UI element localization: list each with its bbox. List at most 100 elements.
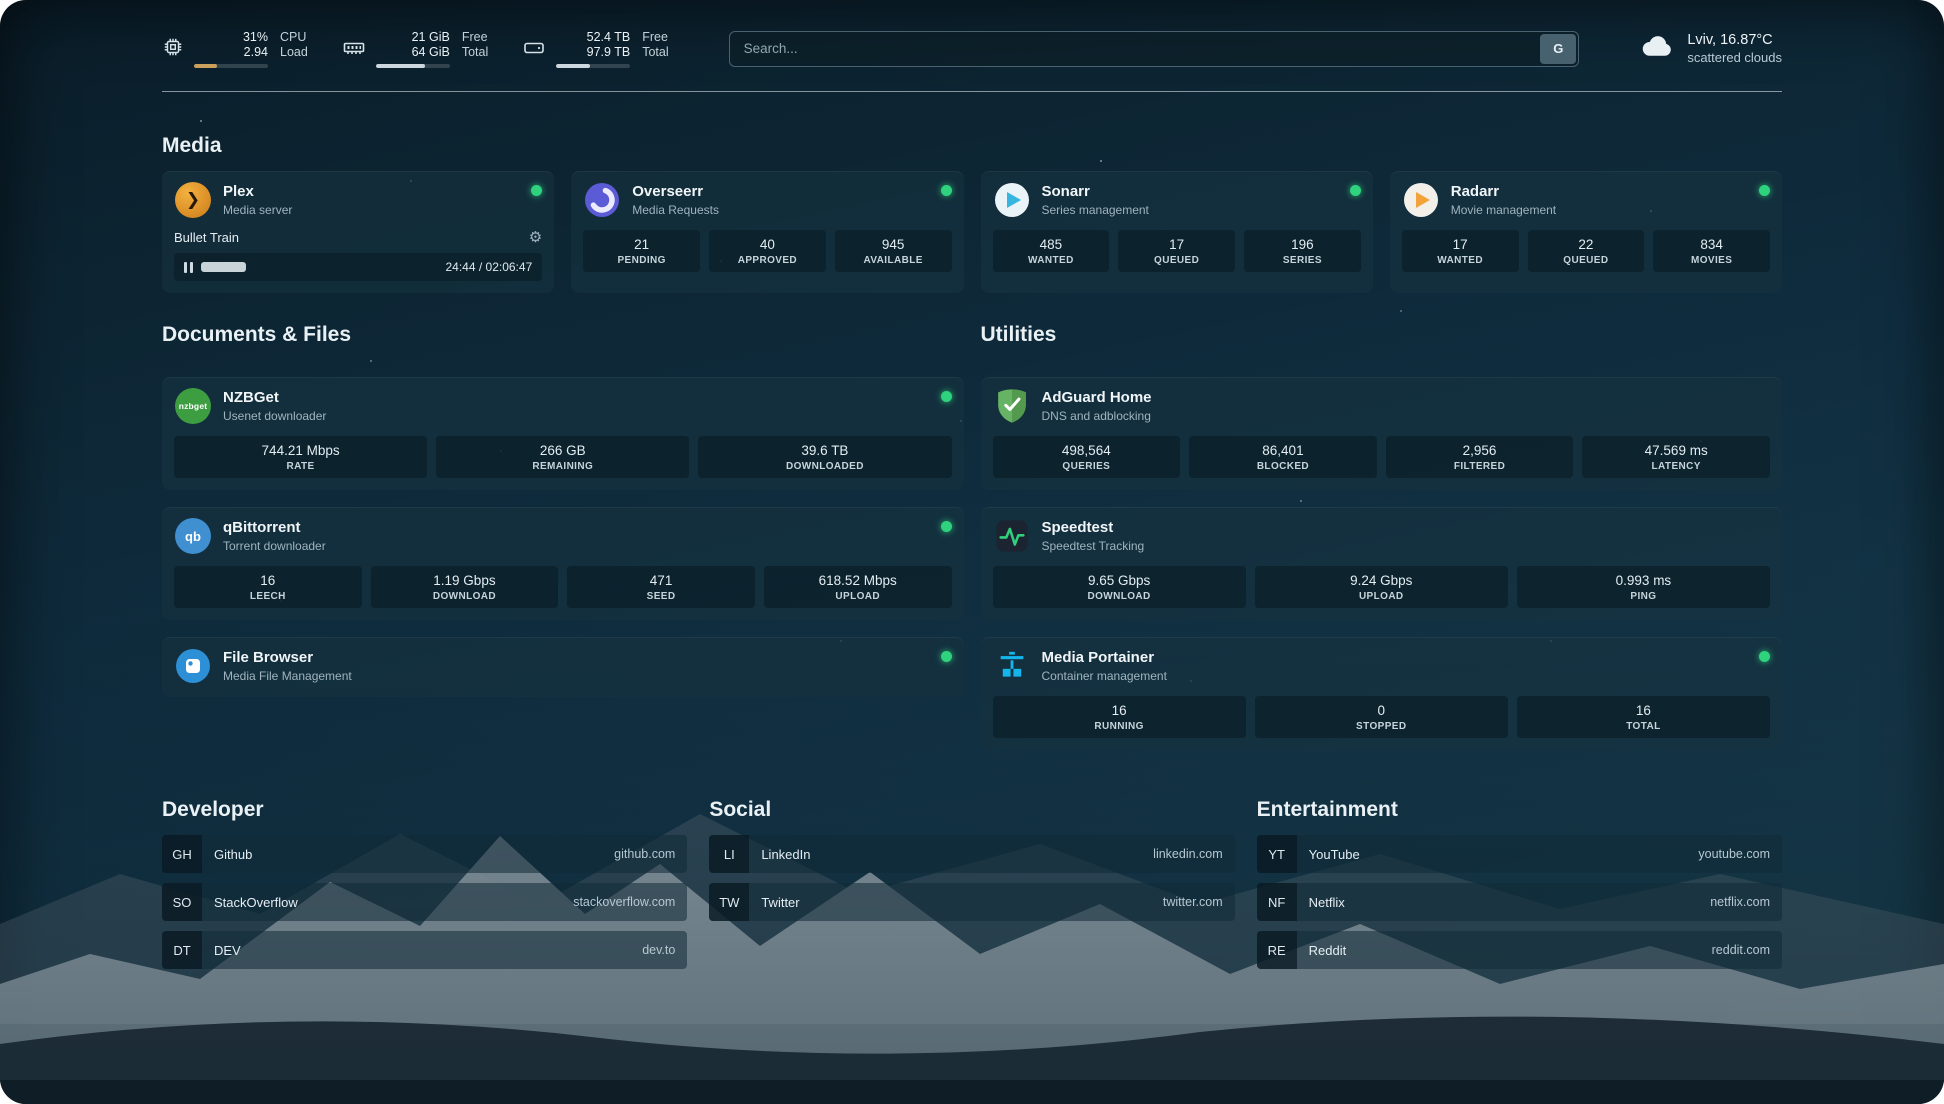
stat-box: 16 TOTAL <box>1517 696 1770 738</box>
bookmark-group-entertainment: Entertainment YT YouTube youtube.com NF … <box>1257 798 1782 979</box>
stat-value: 17 <box>1122 237 1231 252</box>
disk-drive-icon <box>522 36 546 60</box>
cpu-widget: 31% CPU 2.94 Load <box>162 30 308 68</box>
stat-value: 9.65 Gbps <box>997 573 1242 588</box>
disk-free-value: 52.4 TB <box>556 30 630 44</box>
service-card-radarr[interactable]: Radarr Movie management 17 WANTED 22 QUE… <box>1390 171 1782 293</box>
service-card-portainer[interactable]: Media Portainer Container management 16 … <box>981 637 1783 750</box>
stat-box: 834 MOVIES <box>1653 230 1770 272</box>
disk-progress-bar <box>556 64 630 68</box>
service-subtitle: Torrent downloader <box>223 539 326 553</box>
entertainment-section-title: Entertainment <box>1257 798 1782 822</box>
cpu-usage-label: CPU <box>280 30 308 44</box>
bookmark-group-developer: Developer GH Github github.com SO StackO… <box>162 798 687 979</box>
bookmark-name: StackOverflow <box>214 895 298 910</box>
bookmark-url: stackoverflow.com <box>573 895 675 909</box>
stat-box: 9.24 Gbps UPLOAD <box>1255 566 1508 608</box>
service-card-qbittorrent[interactable]: qb qBittorrent Torrent downloader 16 LEE… <box>162 507 964 620</box>
service-subtitle: Container management <box>1042 669 1167 683</box>
stat-box: 945 AVAILABLE <box>835 230 952 272</box>
disk-free-label: Free <box>642 30 668 44</box>
service-card-speedtest[interactable]: Speedtest Speedtest Tracking 9.65 Gbps D… <box>981 507 1783 620</box>
stat-label: PING <box>1521 591 1766 602</box>
stat-label: QUEUED <box>1532 255 1641 266</box>
memory-progress-bar <box>376 64 450 68</box>
developer-section-title: Developer <box>162 798 687 822</box>
bookmark-youtube[interactable]: YT YouTube youtube.com <box>1257 835 1782 873</box>
bookmark-url: reddit.com <box>1712 943 1770 957</box>
service-title: Radarr <box>1451 183 1556 201</box>
stat-value: 945 <box>839 237 948 252</box>
stat-label: QUERIES <box>997 461 1177 472</box>
bookmark-url: netflix.com <box>1710 895 1770 909</box>
status-dot-online <box>941 185 952 196</box>
service-card-adguard[interactable]: AdGuard Home DNS and adblocking 498,564 … <box>981 377 1783 490</box>
playback-time: 24:44 / 02:06:47 <box>446 260 533 274</box>
bookmark-stackoverflow[interactable]: SO StackOverflow stackoverflow.com <box>162 883 687 921</box>
memory-ram-icon <box>342 36 366 60</box>
stat-label: TOTAL <box>1521 721 1766 732</box>
stat-label: AVAILABLE <box>839 255 948 266</box>
stat-label: DOWNLOAD <box>997 591 1242 602</box>
stat-value: 834 <box>1657 237 1766 252</box>
service-subtitle: Media File Management <box>223 669 352 683</box>
cpu-usage-value: 31% <box>194 30 268 44</box>
stat-label: RATE <box>178 461 423 472</box>
stat-value: 9.24 Gbps <box>1259 573 1504 588</box>
service-card-sonarr[interactable]: Sonarr Series management 485 WANTED 17 Q… <box>981 171 1373 293</box>
bookmark-abbr: YT <box>1257 835 1297 873</box>
bookmark-name: Twitter <box>761 895 799 910</box>
weather-condition: scattered clouds <box>1687 50 1782 65</box>
service-title: Plex <box>223 183 292 201</box>
memory-free-label: Free <box>462 30 488 44</box>
stat-box: 485 WANTED <box>993 230 1110 272</box>
service-card-nzbget[interactable]: nzbget NZBGet Usenet downloader 744.21 M… <box>162 377 964 490</box>
bookmark-netflix[interactable]: NF Netflix netflix.com <box>1257 883 1782 921</box>
stat-label: UPLOAD <box>1259 591 1504 602</box>
memory-total-label: Total <box>462 45 488 59</box>
disk-widget: 52.4 TB Free 97.9 TB Total <box>522 30 668 68</box>
service-card-overseerr[interactable]: Overseerr Media Requests 21 PENDING 40 A… <box>571 171 963 293</box>
bookmark-linkedin[interactable]: LI LinkedIn linkedin.com <box>709 835 1234 873</box>
stat-box: 17 QUEUED <box>1118 230 1235 272</box>
header-divider <box>162 91 1782 92</box>
service-title: qBittorrent <box>223 519 326 537</box>
radarr-icon <box>1402 181 1440 219</box>
bookmark-dev[interactable]: DT DEV dev.to <box>162 931 687 969</box>
stat-value: 47.569 ms <box>1586 443 1766 458</box>
service-card-filebrowser[interactable]: File Browser Media File Management <box>162 637 964 697</box>
now-playing-title: Bullet Train <box>174 230 239 245</box>
section-utilities: Utilities AdGuard Home DNS and <box>981 323 1783 750</box>
disk-total-label: Total <box>642 45 668 59</box>
bookmark-twitter[interactable]: TW Twitter twitter.com <box>709 883 1234 921</box>
stat-value: 0 <box>1259 703 1504 718</box>
weather-location: Lviv, 16.87°C <box>1687 32 1782 48</box>
bookmark-reddit[interactable]: RE Reddit reddit.com <box>1257 931 1782 969</box>
bookmark-github[interactable]: GH Github github.com <box>162 835 687 873</box>
stat-label: FILTERED <box>1390 461 1570 472</box>
stat-box: 16 RUNNING <box>993 696 1246 738</box>
service-subtitle: Media Requests <box>632 203 719 217</box>
search-input[interactable] <box>729 31 1580 67</box>
bookmark-url: github.com <box>614 847 675 861</box>
section-documents: Documents & Files nzbget NZBGet Usenet d… <box>162 323 964 697</box>
service-subtitle: Media server <box>223 203 292 217</box>
stat-label: WANTED <box>1406 255 1515 266</box>
bookmark-url: youtube.com <box>1698 847 1770 861</box>
stat-value: 21 <box>587 237 696 252</box>
memory-free-value: 21 GiB <box>376 30 450 44</box>
stat-box: 9.65 Gbps DOWNLOAD <box>993 566 1246 608</box>
bookmark-abbr: RE <box>1257 931 1297 969</box>
service-card-plex[interactable]: ❯ Plex Media server Bullet Train ⚙ <box>162 171 554 293</box>
overseerr-icon <box>583 181 621 219</box>
stat-value: 196 <box>1248 237 1357 252</box>
stat-value: 16 <box>1521 703 1766 718</box>
bookmark-name: Reddit <box>1309 943 1347 958</box>
filebrowser-icon <box>174 647 212 685</box>
search-bar: G <box>729 31 1580 67</box>
settings-gear-icon[interactable]: ⚙ <box>529 228 542 246</box>
stat-label: BLOCKED <box>1193 461 1373 472</box>
stat-label: LEECH <box>178 591 358 602</box>
search-provider-button[interactable]: G <box>1540 34 1576 64</box>
speedtest-icon <box>993 517 1031 555</box>
